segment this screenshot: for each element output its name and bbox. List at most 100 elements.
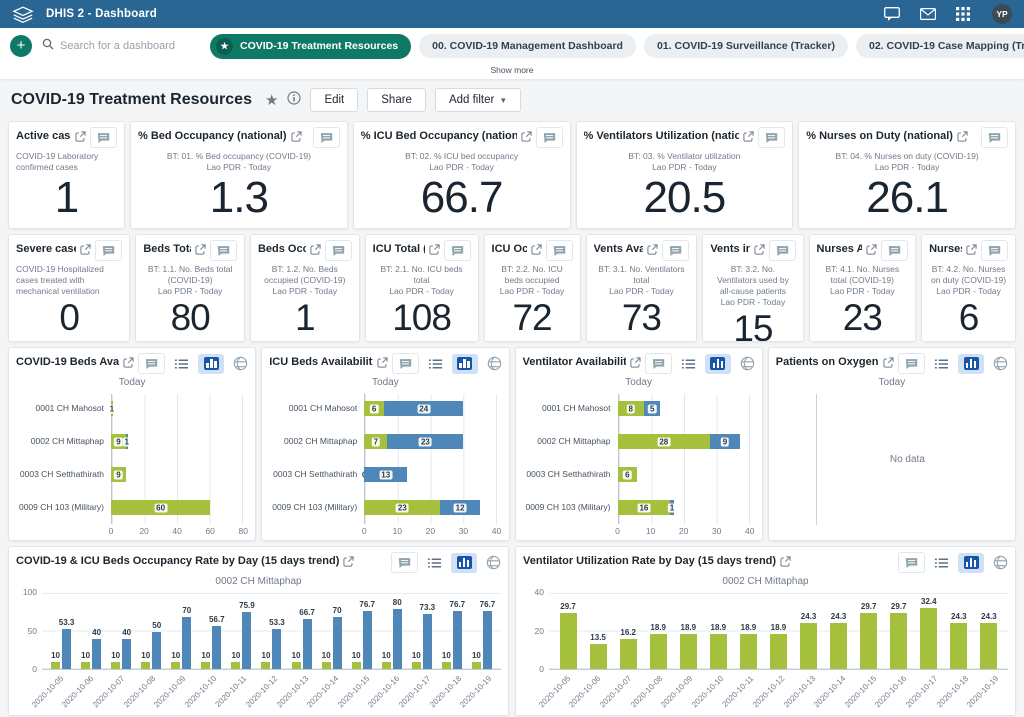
dashboard-chip[interactable]: 00. COVID-19 Management Dashboard	[419, 34, 636, 58]
open-in-app-icon[interactable]	[343, 556, 354, 567]
comment-icon[interactable]	[313, 127, 340, 148]
open-in-app-icon[interactable]	[75, 131, 86, 142]
y-axis-tick-label: 40	[535, 587, 544, 597]
bar-value-label: 10	[231, 651, 240, 660]
bar-chart-icon[interactable]	[958, 354, 984, 374]
mail-icon[interactable]	[920, 7, 936, 21]
open-in-app-icon[interactable]	[80, 244, 91, 255]
bar-value-label: 10	[412, 651, 421, 660]
bar-value-label: 18.9	[680, 623, 696, 632]
show-more-button[interactable]: Show more	[0, 64, 1024, 79]
open-in-app-icon[interactable]	[123, 357, 134, 368]
bar-value-label: 32.4	[921, 597, 937, 606]
comment-icon[interactable]	[536, 127, 563, 148]
open-in-app-icon[interactable]	[883, 357, 894, 368]
open-in-app-icon[interactable]	[754, 244, 765, 255]
open-in-app-icon[interactable]	[377, 357, 388, 368]
open-in-app-icon[interactable]	[966, 244, 977, 255]
chart-card: Ventilator Availability by ...Today0001 …	[515, 347, 763, 541]
open-in-app-icon[interactable]	[866, 244, 877, 255]
add-dashboard-button[interactable]: +	[10, 35, 32, 57]
table-view-icon[interactable]	[174, 358, 189, 370]
dhis2-logo-icon[interactable]	[0, 6, 46, 23]
open-in-app-icon[interactable]	[647, 244, 658, 255]
subtitle-line: Lao PDR - Today	[143, 286, 237, 297]
bar-group: 24.3	[980, 594, 997, 669]
bar-chart-icon[interactable]	[958, 553, 984, 573]
open-in-app-icon[interactable]	[630, 357, 641, 368]
dashboard-chip-selected[interactable]: ★ COVID-19 Treatment Resources	[210, 34, 411, 59]
open-in-app-icon[interactable]	[531, 244, 542, 255]
bar-value-label: 70	[182, 606, 191, 615]
add-filter-button[interactable]: Add filter▼	[435, 88, 521, 112]
table-view-icon[interactable]	[681, 358, 696, 370]
map-view-icon[interactable]	[487, 356, 502, 371]
comment-icon[interactable]	[898, 552, 925, 573]
comment-icon[interactable]	[981, 240, 1008, 261]
bar-chart-icon[interactable]	[451, 553, 477, 573]
favorite-star-icon[interactable]: ★	[265, 93, 278, 108]
map-view-icon[interactable]	[740, 356, 755, 371]
comment-icon[interactable]	[138, 353, 165, 374]
map-view-icon[interactable]	[486, 555, 501, 570]
comment-icon[interactable]	[898, 353, 925, 374]
map-view-icon[interactable]	[993, 555, 1008, 570]
bar-group: 29.7	[560, 594, 577, 669]
bar-chart-icon[interactable]	[198, 354, 224, 374]
open-in-app-icon[interactable]	[957, 131, 968, 142]
user-avatar[interactable]: YP	[992, 4, 1012, 24]
open-in-app-icon[interactable]	[743, 131, 754, 142]
comment-icon[interactable]	[391, 552, 418, 573]
comment-icon[interactable]	[210, 240, 237, 261]
comment-icon[interactable]	[95, 240, 122, 261]
dashboard-search[interactable]	[42, 37, 200, 55]
table-view-icon[interactable]	[934, 557, 949, 569]
interpretations-icon[interactable]	[884, 7, 900, 21]
stat-card: Nurses o...BT: 4.2. No. Nurses on duty (…	[921, 234, 1016, 342]
table-view-icon[interactable]	[427, 557, 442, 569]
comment-icon[interactable]	[325, 240, 352, 261]
open-in-app-icon[interactable]	[780, 556, 791, 567]
open-in-app-icon[interactable]	[429, 244, 440, 255]
info-icon[interactable]	[287, 91, 301, 110]
edit-button[interactable]: Edit	[310, 88, 358, 112]
comment-icon[interactable]	[546, 240, 573, 261]
stat-card-value: 72	[492, 297, 573, 339]
bar-chart-icon[interactable]	[452, 354, 478, 374]
table-view-icon[interactable]	[428, 358, 443, 370]
x-axis-label: 2020-10-15	[336, 674, 371, 709]
x-axis-label: 2020-10-07	[91, 674, 126, 709]
chart-plot-area: 1053.310401040105010701056.71075.91053.3…	[42, 593, 501, 670]
comment-icon[interactable]	[662, 240, 689, 261]
x-axis-label: 2020-10-16	[366, 674, 401, 709]
comment-icon[interactable]	[981, 127, 1008, 148]
bar-segment: 24.3	[830, 623, 847, 669]
map-view-icon[interactable]	[233, 356, 248, 371]
category-label: 0009 CH 103 (Military)	[16, 502, 111, 512]
open-in-app-icon[interactable]	[291, 131, 302, 142]
dashboard-chip[interactable]: 02. COVID-19 Case Mapping (Tracker)	[856, 34, 1024, 58]
comment-icon[interactable]	[881, 240, 908, 261]
apps-grid-icon[interactable]	[956, 7, 972, 21]
share-button[interactable]: Share	[367, 88, 426, 112]
map-view-icon[interactable]	[993, 356, 1008, 371]
bar-value-label: 13	[379, 470, 392, 479]
comment-icon[interactable]	[758, 127, 785, 148]
bar-segment: 1	[111, 401, 113, 416]
x-axis-label: 2020-10-07	[598, 674, 633, 709]
x-axis-label: 2020-10-08	[122, 674, 157, 709]
bar-value-label: 10	[352, 651, 361, 660]
comment-icon[interactable]	[444, 240, 471, 261]
dashboard-chip[interactable]: 01. COVID-19 Surveillance (Tracker)	[644, 34, 848, 58]
bar-chart-icon[interactable]	[705, 354, 731, 374]
dashboard-search-input[interactable]	[60, 40, 200, 52]
comment-icon[interactable]	[392, 353, 419, 374]
open-in-app-icon[interactable]	[195, 244, 206, 255]
stat-card-subtitle: BT: 1.1. No. Beds total (COVID-19)Lao PD…	[143, 264, 237, 297]
table-view-icon[interactable]	[934, 358, 949, 370]
open-in-app-icon[interactable]	[310, 244, 321, 255]
open-in-app-icon[interactable]	[521, 131, 532, 142]
comment-icon[interactable]	[90, 127, 117, 148]
comment-icon[interactable]	[645, 353, 672, 374]
comment-icon[interactable]	[769, 240, 796, 261]
